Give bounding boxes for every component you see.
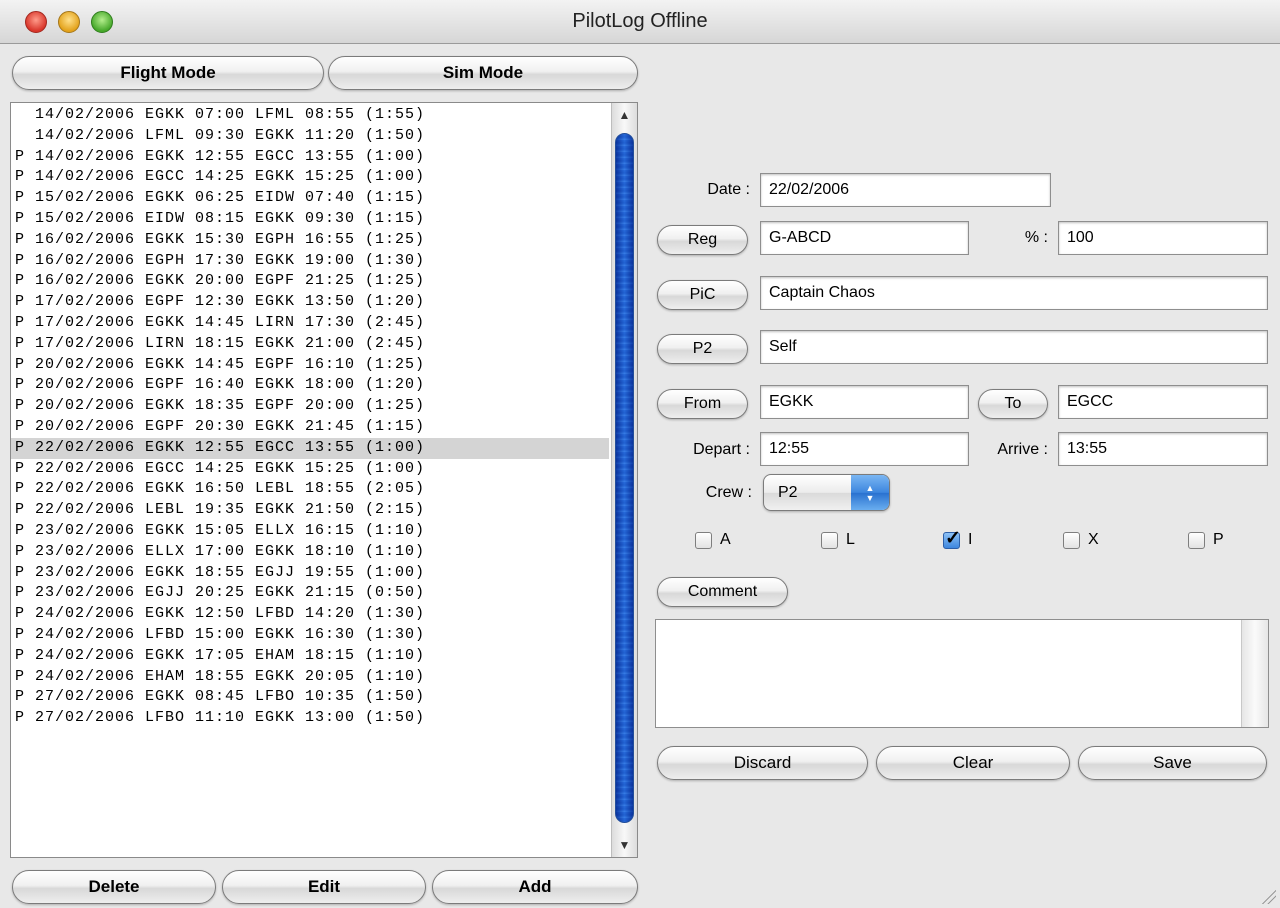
checkbox-i-box[interactable]: ✓ [943,528,961,549]
list-item[interactable]: 14/02/2006 EGKK 07:00 LFML 08:55 (1:55) [11,105,609,126]
checkbox-i-label: I [968,531,973,548]
list-item[interactable]: P 23/02/2006 EGKK 18:55 EGJJ 19:55 (1:00… [11,563,609,584]
list-item[interactable]: P 27/02/2006 LFBO 11:10 EGKK 13:00 (1:50… [11,708,609,729]
resize-grip-icon[interactable] [1260,888,1276,904]
window-title: PilotLog Offline [572,10,708,32]
checkbox-l[interactable]: L [821,531,855,549]
list-item[interactable]: P 17/02/2006 EGKK 14:45 LIRN 17:30 (2:45… [11,313,609,334]
checkbox-x-label: X [1088,531,1099,548]
updown-arrows-icon: ▲ ▼ [851,475,889,510]
checkbox-l-label: L [846,531,855,548]
checkbox-a[interactable]: A [695,531,731,549]
save-button[interactable]: Save [1078,746,1267,780]
date-label: Date : [707,181,750,198]
list-item[interactable]: P 23/02/2006 EGJJ 20:25 EGKK 21:15 (0:50… [11,583,609,604]
list-item[interactable]: P 22/02/2006 EGCC 14:25 EGKK 15:25 (1:00… [11,459,609,480]
list-item[interactable]: 14/02/2006 LFML 09:30 EGKK 11:20 (1:50) [11,126,609,147]
list-item[interactable]: P 16/02/2006 EGPH 17:30 EGKK 19:00 (1:30… [11,251,609,272]
discard-button[interactable]: Discard [657,746,868,780]
checkbox-i[interactable]: ✓ I [943,528,973,549]
depart-field[interactable]: 12:55 [760,432,969,466]
pic-field[interactable]: Captain Chaos [760,276,1268,310]
flight-list[interactable]: 14/02/2006 EGKK 07:00 LFML 08:55 (1:55) … [10,102,638,858]
crew-select-value: P2 [778,484,798,501]
from-button[interactable]: From [657,389,748,419]
list-item[interactable]: P 20/02/2006 EGKK 14:45 EGPF 16:10 (1:25… [11,355,609,376]
flight-mode-button[interactable]: Flight Mode [12,56,324,90]
checkbox-x-box[interactable] [1063,531,1080,549]
p2-field[interactable]: Self [760,330,1268,364]
p2-button[interactable]: P2 [657,334,748,364]
list-item[interactable]: P 15/02/2006 EGKK 06:25 EIDW 07:40 (1:15… [11,188,609,209]
checkbox-p-box[interactable] [1188,531,1205,549]
edit-button[interactable]: Edit [222,870,426,904]
list-item[interactable]: P 22/02/2006 EGKK 16:50 LEBL 18:55 (2:05… [11,479,609,500]
date-field[interactable]: 22/02/2006 [760,173,1051,207]
delete-button[interactable]: Delete [12,870,216,904]
scroll-up-arrow-icon[interactable]: ▲ [612,105,637,125]
comment-textarea[interactable] [655,619,1269,728]
reg-field[interactable]: G-ABCD [760,221,969,255]
flight-list-scrollbar[interactable]: ▲ ▼ [611,103,637,857]
list-item[interactable]: P 15/02/2006 EIDW 08:15 EGKK 09:30 (1:15… [11,209,609,230]
flight-list-rows: 14/02/2006 EGKK 07:00 LFML 08:55 (1:55) … [11,105,609,729]
list-item[interactable]: P 23/02/2006 ELLX 17:00 EGKK 18:10 (1:10… [11,542,609,563]
scroll-down-arrow-icon[interactable]: ▼ [612,835,637,855]
crew-select[interactable]: P2 ▲ ▼ [763,474,890,511]
scroll-thumb[interactable] [615,133,634,823]
checkbox-a-box[interactable] [695,531,712,549]
list-item[interactable]: P 16/02/2006 EGKK 20:00 EGPF 21:25 (1:25… [11,271,609,292]
clear-button[interactable]: Clear [876,746,1070,780]
list-item[interactable]: P 22/02/2006 LEBL 19:35 EGKK 21:50 (2:15… [11,500,609,521]
list-item[interactable]: P 16/02/2006 EGKK 15:30 EGPH 16:55 (1:25… [11,230,609,251]
to-field[interactable]: EGCC [1058,385,1268,419]
list-item[interactable]: P 24/02/2006 EGKK 17:05 EHAM 18:15 (1:10… [11,646,609,667]
list-item[interactable]: P 20/02/2006 EGPF 20:30 EGKK 21:45 (1:15… [11,417,609,438]
checkbox-x[interactable]: X [1063,531,1099,549]
comment-button[interactable]: Comment [657,577,788,607]
list-item[interactable]: P 20/02/2006 EGPF 16:40 EGKK 18:00 (1:20… [11,375,609,396]
list-item[interactable]: P 17/02/2006 EGPF 12:30 EGKK 13:50 (1:20… [11,292,609,313]
list-item[interactable]: P 23/02/2006 EGKK 15:05 ELLX 16:15 (1:10… [11,521,609,542]
crew-label: Crew : [705,484,752,501]
sim-mode-button[interactable]: Sim Mode [328,56,638,90]
add-button[interactable]: Add [432,870,638,904]
arrive-label: Arrive : [997,441,1048,458]
reg-button[interactable]: Reg [657,225,748,255]
list-item[interactable]: P 22/02/2006 EGKK 12:55 EGCC 13:55 (1:00… [11,437,609,459]
from-field[interactable]: EGKK [760,385,969,419]
title-bar: PilotLog Offline [0,0,1280,44]
list-item[interactable]: P 24/02/2006 EGKK 12:50 LFBD 14:20 (1:30… [11,604,609,625]
percent-label: % : [1024,229,1048,246]
to-button[interactable]: To [978,389,1048,419]
comment-text [656,620,1268,632]
percent-field[interactable]: 100 [1058,221,1268,255]
list-item[interactable]: P 27/02/2006 EGKK 08:45 LFBO 10:35 (1:50… [11,687,609,708]
list-item[interactable]: P 14/02/2006 EGCC 14:25 EGKK 15:25 (1:00… [11,167,609,188]
checkbox-l-box[interactable] [821,531,838,549]
checkbox-a-label: A [720,531,731,548]
list-item[interactable]: P 17/02/2006 LIRN 18:15 EGKK 21:00 (2:45… [11,334,609,355]
checkbox-p[interactable]: P [1188,531,1224,549]
checkbox-p-label: P [1213,531,1224,548]
depart-label: Depart : [693,441,750,458]
checkmark-icon: ✓ [945,527,961,549]
list-item[interactable]: P 20/02/2006 EGKK 18:35 EGPF 20:00 (1:25… [11,396,609,417]
list-item[interactable]: P 24/02/2006 EHAM 18:55 EGKK 20:05 (1:10… [11,667,609,688]
list-item[interactable]: P 14/02/2006 EGKK 12:55 EGCC 13:55 (1:00… [11,147,609,168]
pic-button[interactable]: PiC [657,280,748,310]
comment-scrollbar[interactable] [1241,620,1268,727]
list-item[interactable]: P 24/02/2006 LFBD 15:00 EGKK 16:30 (1:30… [11,625,609,646]
arrive-field[interactable]: 13:55 [1058,432,1268,466]
